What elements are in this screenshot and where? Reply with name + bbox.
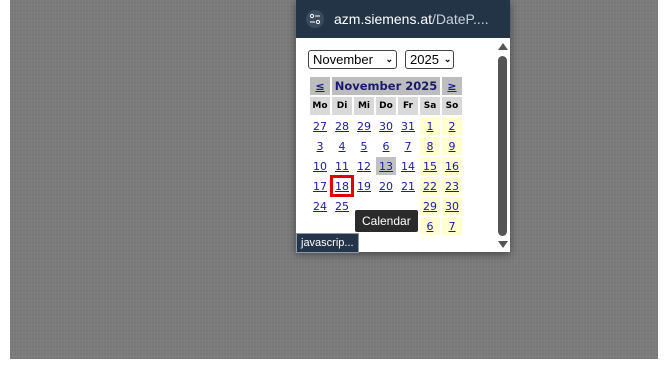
calendar-day[interactable]: 2 [449,120,456,133]
popup-title-bar: azm.siemens.at/DateP.... [296,0,510,38]
calendar-day-selected[interactable]: 18 [335,180,349,193]
weekday-label: Mi [354,97,374,115]
year-select-value: 2025 [410,52,439,67]
calendar-day[interactable]: 9 [449,140,456,153]
calendar-day[interactable]: 10 [313,160,327,173]
weekday-label: Mo [310,97,330,115]
calendar-day[interactable]: 6 [427,220,434,233]
calendar-day[interactable]: 31 [401,120,415,133]
calendar-day[interactable]: 29 [423,200,437,213]
calendar-day[interactable]: 5 [361,140,368,153]
calendar-week-row: 17 18 19 20 21 22 23 [310,175,462,197]
calendar-day[interactable]: 22 [423,180,437,193]
calendar-day[interactable]: 7 [449,220,456,233]
tune-icon[interactable] [306,10,324,28]
calendar-day[interactable]: 17 [313,180,327,193]
month-year-selectors: November ⌄ 2025 ⌄ [308,50,454,69]
calendar-day[interactable]: 30 [445,200,459,213]
calendar-day-today[interactable]: 13 [379,160,393,173]
chevron-down-icon: ⌄ [443,54,452,64]
scroll-down-arrow-icon[interactable] [498,241,508,248]
popup-scrollbar[interactable] [495,38,510,252]
weekday-label: Fr [398,97,418,115]
calendar-tooltip: Calendar [355,210,418,232]
calendar-day[interactable]: 11 [335,160,349,173]
calendar-day[interactable]: 29 [357,120,371,133]
calendar-day[interactable]: 23 [445,180,459,193]
year-select[interactable]: 2025 ⌄ [405,50,454,69]
calendar-day[interactable]: 14 [401,160,415,173]
popup-url: azm.siemens.at/DateP.... [334,11,489,27]
calendar-month-title: November 2025 [334,79,438,93]
calendar-day[interactable]: 12 [357,160,371,173]
calendar-day[interactable]: 4 [339,140,346,153]
weekday-header-row: Mo Di Mi Do Fr Sa So [310,97,462,115]
calendar-week-row: 27 28 29 30 31 1 2 [310,117,462,135]
weekday-label: Di [332,97,352,115]
calendar-day[interactable]: 16 [445,160,459,173]
weekday-label: Sa [420,97,440,115]
calendar-week-row: 3 4 5 6 7 8 9 [310,137,462,155]
calendar-nav-row: ≤ November 2025 ≥ [310,77,462,95]
month-select[interactable]: November ⌄ [308,50,397,69]
chevron-down-icon: ⌄ [385,54,393,64]
next-month-link[interactable]: ≥ [447,80,456,93]
url-host: azm.siemens.at [334,11,433,27]
calendar-day[interactable]: 30 [379,120,393,133]
calendar-day[interactable]: 7 [405,140,412,153]
calendar-day[interactable]: 8 [427,140,434,153]
month-select-value: November [313,52,373,67]
calendar-day[interactable]: 1 [427,120,434,133]
calendar-day[interactable]: 20 [379,180,393,193]
weekday-label: So [442,97,462,115]
calendar-week-row: 10 11 12 13 14 15 16 [310,157,462,175]
calendar-day[interactable]: 19 [357,180,371,193]
calendar-day[interactable]: 21 [401,180,415,193]
scrollbar-thumb[interactable] [498,56,507,236]
calendar-day[interactable]: 15 [423,160,437,173]
status-bar-link: javascrip... [296,233,359,253]
calendar-day[interactable]: 25 [335,200,349,213]
calendar-day[interactable]: 3 [317,140,324,153]
calendar-day[interactable]: 6 [383,140,390,153]
calendar-day[interactable]: 24 [313,200,327,213]
scroll-up-arrow-icon[interactable] [498,43,508,50]
url-path: /DateP.... [432,11,489,27]
prev-month-link[interactable]: ≤ [315,80,324,93]
calendar-day[interactable]: 27 [313,120,327,133]
calendar-day[interactable]: 28 [335,120,349,133]
weekday-label: Do [376,97,396,115]
